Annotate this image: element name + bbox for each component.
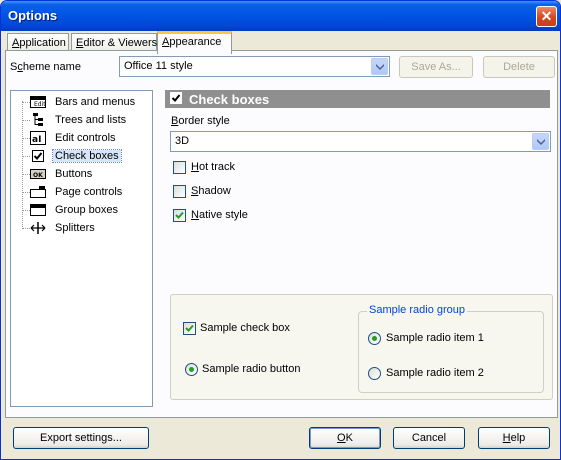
- section-header: Check boxes: [165, 90, 550, 108]
- sample-radio-item-label: Sample radio item 2: [386, 367, 484, 379]
- native-style-label: Native style: [191, 209, 248, 221]
- tree-list-icon: [30, 113, 46, 127]
- close-button[interactable]: ✕: [536, 6, 557, 27]
- tree-item-label: Edit controls: [55, 132, 116, 144]
- close-icon: ✕: [540, 8, 553, 24]
- label-part: elp: [510, 432, 526, 444]
- radio-dot: [372, 336, 377, 341]
- label-mnemonic: H: [191, 161, 199, 173]
- scheme-name-label: Scheme name: [10, 61, 81, 73]
- border-style-select[interactable]: 3D: [170, 131, 551, 152]
- label-part: ot track: [198, 161, 236, 173]
- tree-item-label: Buttons: [55, 168, 93, 180]
- tree-item-page-controls[interactable]: Page controls: [13, 184, 151, 201]
- svg-text:Edit: Edit: [34, 101, 46, 108]
- tree-item-label: Splitters: [55, 222, 95, 234]
- sample-radio-button[interactable]: [185, 363, 198, 376]
- tree-item-edit-controls[interactable]: aI Edit controls: [13, 130, 151, 147]
- tree-item-buttons[interactable]: OK Buttons: [13, 166, 151, 183]
- sample-checkbox-label: Sample check box: [200, 322, 290, 334]
- sample-preview: Sample check box Sample radio button Sam…: [170, 294, 553, 400]
- title-bar[interactable]: Options ✕: [1, 1, 560, 31]
- tree-item-bars-menus[interactable]: Edit Bars and menus: [13, 94, 151, 111]
- label-mnemonic: O: [337, 432, 346, 444]
- category-tree[interactable]: Edit Bars and menus Trees and lists aI E…: [10, 90, 153, 407]
- tree-item-trees-lists[interactable]: Trees and lists: [13, 112, 151, 129]
- label-part: order style: [178, 115, 230, 127]
- save-as-button[interactable]: Save As...: [399, 56, 473, 78]
- label-mnemonic: H: [502, 432, 511, 444]
- svg-text:aI: aI: [32, 135, 41, 145]
- sample-radio-group-title: Sample radio group: [367, 304, 468, 316]
- border-style-value: 3D: [175, 135, 190, 147]
- sample-radio-item-label: Sample radio item 1: [386, 332, 484, 344]
- chevron-down-icon[interactable]: [532, 133, 549, 150]
- tree-item-label: Bars and menus: [55, 96, 136, 108]
- ok-button[interactable]: OK: [309, 427, 381, 449]
- label-part: heme name: [22, 61, 81, 73]
- edit-control-icon: aI: [30, 131, 46, 145]
- scheme-name-value: Office 11 style: [124, 60, 193, 72]
- bars-menus-icon: Edit: [30, 95, 46, 109]
- label-part: hadow: [198, 185, 231, 197]
- tab-label: ditor & Viewers: [83, 37, 158, 49]
- sample-radio-item-2[interactable]: [368, 367, 381, 380]
- tree-item-label: Group boxes: [55, 204, 118, 216]
- page-control-icon: [30, 185, 46, 199]
- options-window: Options ✕ Application Editor & Viewers A…: [0, 0, 561, 460]
- tab-label: pplication: [19, 37, 66, 49]
- cancel-button[interactable]: Cancel: [393, 427, 465, 449]
- tree-item-label: Trees and lists: [55, 114, 127, 126]
- sample-checkbox[interactable]: [183, 322, 196, 335]
- help-button[interactable]: Help: [478, 427, 550, 449]
- checkmark-icon: [185, 324, 194, 332]
- tab-appearance[interactable]: Appearance: [157, 31, 232, 54]
- label-part: K: [345, 432, 353, 444]
- radio-dot: [189, 367, 194, 372]
- hot-track-checkbox[interactable]: [173, 161, 186, 174]
- hot-track-label: Hot track: [191, 161, 235, 173]
- tree-item-group-boxes[interactable]: Group boxes: [13, 202, 151, 219]
- tree-item-label: Check boxes: [52, 149, 122, 163]
- tree-item-check-boxes[interactable]: Check boxes: [13, 148, 151, 165]
- checkbox-icon: [170, 92, 182, 107]
- window-title: Options: [8, 8, 58, 23]
- group-box-icon: [30, 203, 46, 217]
- shadow-checkbox[interactable]: [173, 185, 186, 198]
- checkmark-icon: [175, 211, 184, 219]
- sample-radio-button-label: Sample radio button: [202, 363, 301, 375]
- tree-item-splitters[interactable]: Splitters: [13, 220, 151, 237]
- label-mnemonic: N: [191, 209, 199, 221]
- native-style-checkbox[interactable]: [173, 209, 186, 222]
- chevron-down-icon[interactable]: [371, 58, 388, 75]
- client-area: Application Editor & Viewers Appearance …: [4, 31, 558, 458]
- tab-label: ppearance: [169, 36, 222, 48]
- shadow-label: Shadow: [191, 185, 231, 197]
- splitter-icon: [30, 221, 46, 235]
- section-title: Check boxes: [189, 92, 270, 107]
- checkbox-icon: [30, 149, 46, 163]
- delete-button[interactable]: Delete: [483, 56, 555, 78]
- tree-item-label: Page controls: [55, 186, 123, 198]
- border-style-label: Border style: [171, 115, 230, 127]
- sample-radio-item-1[interactable]: [368, 332, 381, 345]
- svg-text:OK: OK: [33, 172, 43, 179]
- label-part: ative style: [198, 209, 248, 221]
- export-settings-button[interactable]: Export settings...: [13, 427, 149, 449]
- scheme-name-select[interactable]: Office 11 style: [119, 56, 390, 77]
- tree-connector: [22, 101, 23, 229]
- button-ok-icon: OK: [30, 167, 46, 181]
- sample-radio-group: Sample radio group Sample radio item 1 S…: [358, 304, 544, 393]
